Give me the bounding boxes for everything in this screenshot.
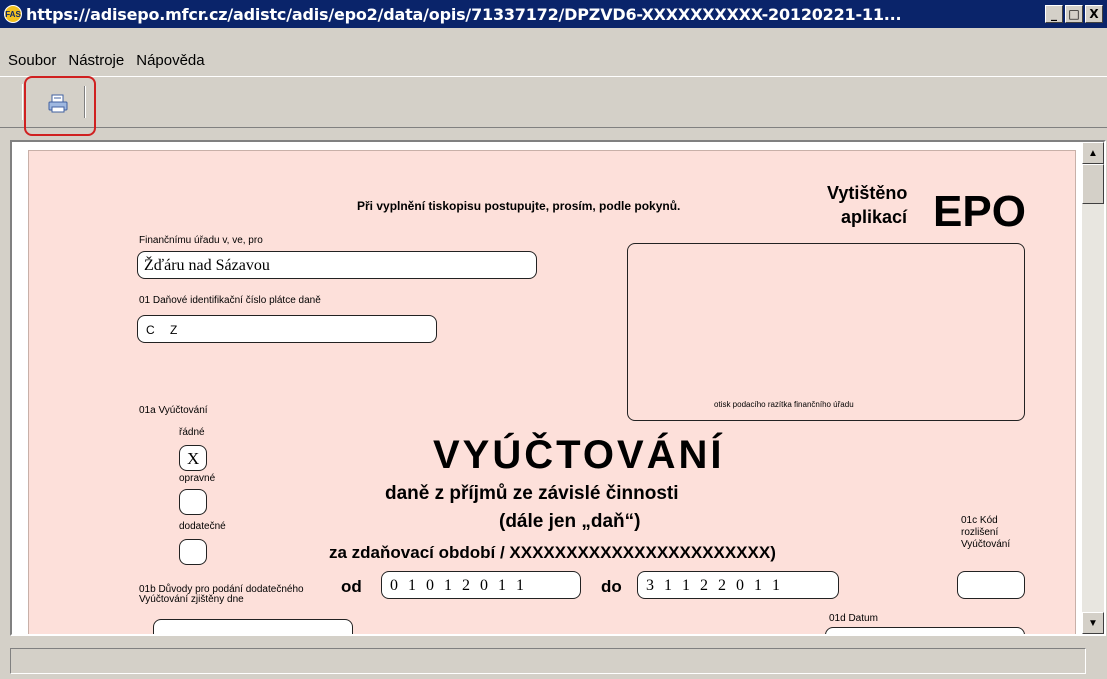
kod-field[interactable] — [957, 571, 1025, 599]
do-value: 3 1 1 2 2 0 1 1 — [646, 577, 783, 594]
od-value: 0 1 0 1 2 0 1 1 — [390, 577, 527, 594]
dodatecne-checkbox[interactable] — [179, 539, 207, 565]
dodatecne-label: dodatečné — [179, 521, 226, 532]
office-value: Žďáru nad Sázavou — [144, 257, 270, 274]
od-label: od — [341, 577, 362, 596]
office-label: Finančnímu úřadu v, ve, pro — [139, 235, 263, 246]
scroll-down-button[interactable]: ▼ — [1082, 612, 1104, 634]
main-title: VYÚČTOVÁNÍ — [433, 433, 725, 477]
window-title: https://adisepo.mfcr.cz/adistc/adis/epo2… — [26, 4, 902, 24]
application-window: FAS https://adisepo.mfcr.cz/adistc/adis/… — [0, 0, 1107, 679]
duvody-label: 01b Důvody pro podání dodatečného Vyúčto… — [139, 584, 304, 605]
app-icon: FAS — [4, 5, 22, 23]
maximize-button[interactable]: □ — [1065, 5, 1083, 23]
stamp-box: otisk podacího razítka finančního úřadu — [627, 243, 1025, 421]
vyuct-label: 01a Vyúčtování — [139, 405, 208, 416]
od-field[interactable]: 0 1 0 1 2 0 1 1 — [381, 571, 581, 599]
subtitle-2: (dále jen „daň“) — [499, 511, 641, 532]
do-label: do — [601, 577, 622, 596]
menu-nastroje[interactable]: Nástroje — [68, 52, 124, 69]
status-field — [10, 648, 1086, 674]
dic-value: C Z — [146, 323, 184, 337]
instruction-text: Při vyplnění tiskopisu postupujte, prosí… — [357, 199, 681, 213]
app-text: aplikací — [841, 207, 908, 227]
subtitle-1: daně z příjmů ze závislé činnosti — [385, 483, 679, 504]
status-bar — [0, 640, 1107, 679]
close-button[interactable]: X — [1085, 5, 1103, 23]
print-highlight — [24, 76, 96, 136]
opravne-label: opravné — [179, 473, 216, 484]
menu-bar: Soubor Nástroje Nápověda — [0, 48, 1107, 72]
radne-label: řádné — [179, 427, 205, 438]
opravne-checkbox[interactable] — [179, 489, 207, 515]
radne-checkbox[interactable]: X — [179, 445, 207, 471]
duvody-field[interactable] — [153, 619, 353, 634]
scroll-up-button[interactable]: ▲ — [1082, 142, 1104, 164]
vertical-scrollbar[interactable]: ▲ ▼ — [1082, 142, 1104, 634]
title-bar[interactable]: FAS https://adisepo.mfcr.cz/adistc/adis/… — [0, 0, 1107, 28]
dic-label: 01 Daňové identifikační číslo plátce dan… — [139, 295, 321, 306]
datum-label: 01d Datum — [829, 613, 878, 624]
minimize-button[interactable]: _ — [1045, 5, 1063, 23]
menu-napoveda[interactable]: Nápověda — [136, 52, 204, 69]
menu-soubor[interactable]: Soubor — [8, 52, 56, 69]
period-line: za zdaňovací období / XXXXXXXXXXXXXXXXXX… — [329, 543, 776, 562]
epo-logo: EPO — [933, 187, 1026, 236]
toolbar — [0, 76, 1107, 128]
dic-field[interactable]: C Z — [137, 315, 437, 343]
datum-field[interactable] — [825, 627, 1025, 634]
office-field[interactable]: Žďáru nad Sázavou — [137, 251, 537, 279]
window-controls: _ □ X — [1045, 5, 1103, 23]
stamp-label: otisk podacího razítka finančního úřadu — [714, 400, 854, 409]
printed-by-text: Vytištěno — [827, 183, 908, 203]
radne-mark: X — [187, 449, 200, 468]
document-viewport[interactable]: Při vyplnění tiskopisu postupujte, prosí… — [10, 140, 1106, 636]
scroll-thumb[interactable] — [1082, 164, 1104, 204]
tax-form: Při vyplnění tiskopisu postupujte, prosí… — [28, 150, 1076, 634]
do-field[interactable]: 3 1 1 2 2 0 1 1 — [637, 571, 839, 599]
kod-label: 01c Kód rozlišení Vyúčtování — [961, 515, 1011, 550]
